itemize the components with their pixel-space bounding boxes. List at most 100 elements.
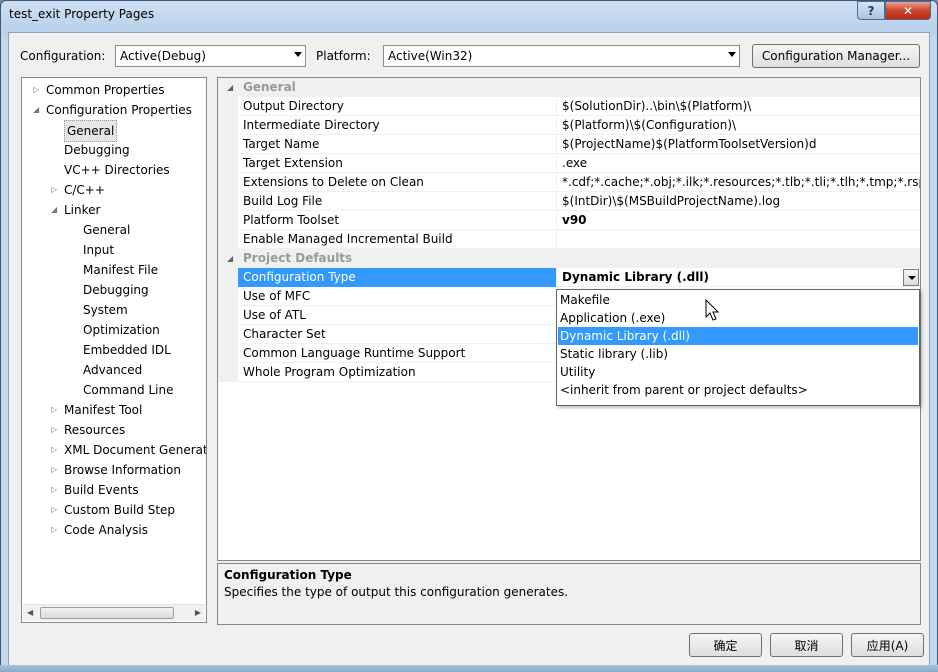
apply-button[interactable]: 应用(A) xyxy=(851,633,924,657)
tree-item[interactable]: ▷ Custom Build Step xyxy=(22,500,206,520)
tree-item[interactable]: ◢ Linker xyxy=(22,200,206,220)
property-name[interactable]: Common Language Runtime Support xyxy=(238,344,557,363)
category-header[interactable]: ◢ Project Defaults xyxy=(218,249,920,268)
tree-item[interactable]: ◢ Configuration Properties xyxy=(22,100,206,120)
configuration-combo[interactable]: Active(Debug) xyxy=(115,45,306,67)
scroll-right-icon[interactable]: ▶ xyxy=(195,608,201,617)
tree-item[interactable]: Optimization xyxy=(22,320,206,340)
expand-arrow-icon[interactable]: ▷ xyxy=(51,460,61,480)
tree-item[interactable]: ▷ Manifest Tool xyxy=(22,400,206,420)
property-name[interactable]: Extensions to Delete on Clean xyxy=(238,173,557,192)
tree-item[interactable]: VC++ Directories xyxy=(22,160,206,180)
configuration-type-dropdown-list[interactable]: Makefile Application (.exe) Dynamic Librar… xyxy=(556,289,920,406)
tree-item[interactable]: ▷ Resources xyxy=(22,420,206,440)
tree-item[interactable]: ▷ Common Properties xyxy=(22,80,206,100)
tree-item-label: VC++ Directories xyxy=(64,163,170,177)
property-row[interactable]: Target Name $(ProjectName)$(PlatformTools… xyxy=(218,135,920,154)
configuration-manager-button[interactable]: Configuration Manager... xyxy=(752,44,920,68)
tree-item-label: Advanced xyxy=(83,363,143,377)
ok-button[interactable]: 确定 xyxy=(689,633,762,657)
tree-item[interactable]: Debugging xyxy=(22,140,206,160)
tree-item[interactable]: ▷ Browse Information xyxy=(22,460,206,480)
expand-arrow-icon[interactable]: ▷ xyxy=(33,80,43,100)
property-value[interactable] xyxy=(558,230,920,249)
expand-arrow-icon[interactable]: ▷ xyxy=(51,400,61,420)
property-name[interactable]: Output Directory xyxy=(238,97,557,116)
tree-item[interactable]: Debugging xyxy=(22,280,206,300)
property-name[interactable]: Target Extension xyxy=(238,154,557,173)
expand-arrow-icon[interactable]: ▷ xyxy=(51,180,61,200)
collapse-arrow-icon[interactable]: ◢ xyxy=(227,78,233,97)
property-row[interactable]: Target Extension .exe xyxy=(218,154,920,173)
tree-item[interactable]: ▷ C/C++ xyxy=(22,180,206,200)
tree-item[interactable]: Advanced xyxy=(22,360,206,380)
dropdown-option[interactable]: <inherit from parent or project defaults… xyxy=(558,381,918,399)
dropdown-option[interactable]: Application (.exe) xyxy=(558,309,918,327)
tree-item[interactable]: ▷ XML Document Generat xyxy=(22,440,206,460)
collapse-arrow-icon[interactable]: ◢ xyxy=(33,100,43,120)
scroll-left-icon[interactable]: ◀ xyxy=(27,608,33,617)
property-row[interactable]: Build Log File $(IntDir)\$(MSBuildProject… xyxy=(218,192,920,211)
property-value[interactable]: $(ProjectName)$(PlatformToolsetVersion)d xyxy=(558,135,920,154)
property-value[interactable]: Dynamic Library (.dll) xyxy=(558,268,920,287)
dropdown-option[interactable]: Makefile xyxy=(558,291,918,309)
description-panel: Configuration Type Specifies the type of… xyxy=(217,563,921,625)
close-button[interactable]: ✕ xyxy=(885,1,931,20)
dropdown-option[interactable]: Dynamic Library (.dll) xyxy=(558,327,918,345)
property-name[interactable]: Platform Toolset xyxy=(238,211,557,230)
property-name[interactable]: Use of ATL xyxy=(238,306,557,325)
collapse-arrow-icon[interactable]: ◢ xyxy=(51,200,61,220)
property-row[interactable]: Output Directory $(SolutionDir)..\bin\$(P… xyxy=(218,97,920,116)
property-value[interactable]: *.cdf;*.cache;*.obj;*.ilk;*.resources;*.… xyxy=(558,173,920,192)
tree-item[interactable]: Command Line xyxy=(22,380,206,400)
property-name[interactable]: Target Name xyxy=(238,135,557,154)
expand-arrow-icon[interactable]: ▷ xyxy=(51,440,61,460)
dropdown-option[interactable]: Utility xyxy=(558,363,918,381)
title-bar[interactable]: test_exit Property Pages ? ✕ xyxy=(1,1,937,33)
property-value[interactable]: v90 xyxy=(558,211,920,230)
property-value[interactable]: $(SolutionDir)..\bin\$(Platform)\ xyxy=(558,97,920,116)
dropdown-arrow-button[interactable] xyxy=(903,269,919,286)
property-name[interactable]: Build Log File xyxy=(238,192,557,211)
expand-arrow-icon[interactable]: ▷ xyxy=(51,420,61,440)
tree-item-label: XML Document Generat xyxy=(64,443,207,457)
expand-arrow-icon xyxy=(51,160,61,180)
expand-arrow-icon[interactable]: ▷ xyxy=(51,520,61,540)
tree-item[interactable]: Input xyxy=(22,240,206,260)
property-name[interactable]: Whole Program Optimization xyxy=(238,363,557,382)
property-value[interactable]: .exe xyxy=(558,154,920,173)
expand-arrow-icon[interactable]: ▷ xyxy=(51,480,61,500)
cancel-button[interactable]: 取消 xyxy=(770,633,843,657)
property-name[interactable]: Intermediate Directory xyxy=(238,116,557,135)
property-row[interactable]: Configuration Type Dynamic Library (.dll) xyxy=(218,268,920,287)
platform-combo[interactable]: Active(Win32) xyxy=(383,45,740,67)
property-row[interactable]: Extensions to Delete on Clean *.cdf;*.cac… xyxy=(218,173,920,192)
tree-item[interactable]: General xyxy=(22,220,206,240)
property-pages-window: test_exit Property Pages ? ✕ Configurati… xyxy=(0,0,938,672)
property-name[interactable]: Enable Managed Incremental Build xyxy=(238,230,557,249)
tree-horizontal-scrollbar[interactable]: ◀ ▶ xyxy=(23,604,205,621)
property-value[interactable]: $(Platform)\$(Configuration)\ xyxy=(558,116,920,135)
property-name[interactable]: Use of MFC xyxy=(238,287,557,306)
tree-item[interactable]: System xyxy=(22,300,206,320)
tree-item[interactable]: ▷ Code Analysis xyxy=(22,520,206,540)
property-row[interactable]: Enable Managed Incremental Build xyxy=(218,230,920,249)
property-value[interactable]: $(IntDir)\$(MSBuildProjectName).log xyxy=(558,192,920,211)
help-button[interactable]: ? xyxy=(857,1,885,20)
collapse-arrow-icon[interactable]: ◢ xyxy=(227,249,233,268)
tree-item[interactable]: Manifest File xyxy=(22,260,206,280)
scroll-thumb[interactable] xyxy=(40,607,174,619)
property-row[interactable]: Platform Toolset v90 xyxy=(218,211,920,230)
tree-item[interactable]: Embedded IDL xyxy=(22,340,206,360)
property-row[interactable]: Intermediate Directory $(Platform)\$(Conf… xyxy=(218,116,920,135)
property-name[interactable]: Character Set xyxy=(238,325,557,344)
property-tree[interactable]: ▷ Code Analysis ▷ Custom Build Step ▷ Build E… xyxy=(21,77,207,623)
tree-item-label: Custom Build Step xyxy=(64,503,176,517)
tree-item-label: Manifest File xyxy=(83,263,159,277)
expand-arrow-icon[interactable]: ▷ xyxy=(51,500,61,520)
dropdown-option[interactable]: Static library (.lib) xyxy=(558,345,918,363)
tree-item[interactable]: General xyxy=(22,120,206,142)
tree-item[interactable]: ▷ Build Events xyxy=(22,480,206,500)
property-name[interactable]: Configuration Type xyxy=(238,268,557,287)
category-header[interactable]: ◢ General xyxy=(218,78,920,97)
